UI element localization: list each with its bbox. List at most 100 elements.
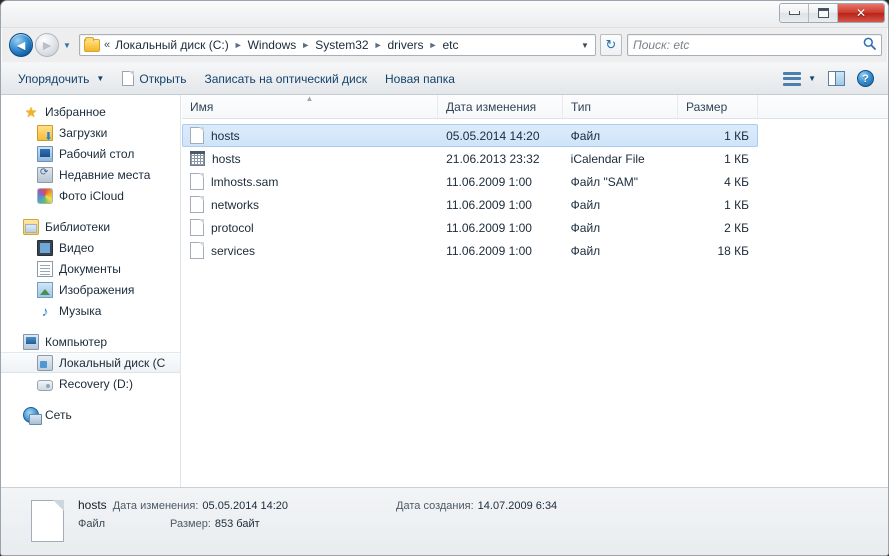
cell-size: 4 КБ xyxy=(724,174,750,189)
table-row[interactable]: hosts 05.05.2014 14:20 Файл 1 КБ xyxy=(182,124,758,147)
cell-size: 2 КБ xyxy=(724,220,750,235)
refresh-button[interactable]: ↻ xyxy=(600,34,622,56)
help-button[interactable]: ? xyxy=(853,66,878,91)
minimize-button[interactable] xyxy=(780,4,809,22)
file-blank-icon xyxy=(190,219,204,236)
details-size-label: Размер: xyxy=(170,518,211,530)
chevron-down-icon: ▼ xyxy=(63,40,71,50)
column-header-label: Имя xyxy=(190,99,214,114)
burn-to-disc-button[interactable]: Записать на оптический диск xyxy=(195,68,376,90)
sidebar-item-documents[interactable]: Документы xyxy=(1,258,180,279)
cell-name: hosts xyxy=(183,151,438,166)
address-dropdown-icon[interactable]: ▼ xyxy=(577,41,593,50)
cell-date: 11.06.2009 1:00 xyxy=(446,174,532,189)
sidebar-item-label: Музыка xyxy=(59,303,102,318)
sidebar-item-icloud-photos[interactable]: Фото iCloud xyxy=(1,185,180,206)
file-name: hosts xyxy=(211,128,240,143)
column-header-size[interactable]: Размер xyxy=(678,95,758,118)
table-row[interactable]: services 11.06.2009 1:00 Файл 18 КБ xyxy=(182,239,758,262)
title-bar: ✕ xyxy=(1,1,888,28)
sidebar-item-pictures[interactable]: Изображения xyxy=(1,279,180,300)
recent-locations-button[interactable]: ▼ xyxy=(60,41,74,50)
details-row-1: hosts Дата изменения: 05.05.2014 14:20 Д… xyxy=(78,498,557,518)
nav-group-computer: Компьютер Локальный диск (C Recovery (D:… xyxy=(1,331,180,394)
pictures-icon xyxy=(37,281,53,298)
sidebar-item-libraries[interactable]: Библиотеки xyxy=(1,216,180,237)
sidebar-item-music[interactable]: ♪ Музыка xyxy=(1,300,180,321)
table-row[interactable]: lmhosts.sam 11.06.2009 1:00 Файл "SAM" 4… xyxy=(182,170,758,193)
change-view-button[interactable]: ▼ xyxy=(779,68,820,90)
sidebar-item-label: Компьютер xyxy=(45,334,108,349)
folder-icon xyxy=(84,36,100,52)
breadcrumb-overflow-icon[interactable]: « xyxy=(103,39,113,51)
sidebar-item-label: Recovery (D:) xyxy=(59,376,134,391)
details-text: hosts Дата изменения: 05.05.2014 14:20 Д… xyxy=(78,498,557,538)
open-label: Открыть xyxy=(139,71,187,86)
navigation-pane[interactable]: ★ Избранное Загрузки Рабочий стол Недавн… xyxy=(1,95,181,487)
sidebar-item-local-disk-c[interactable]: Локальный диск (C xyxy=(1,352,180,373)
desktop-icon xyxy=(37,145,53,162)
preview-pane-button[interactable] xyxy=(822,67,851,90)
breadcrumb-separator-3[interactable]: ► xyxy=(426,40,441,50)
breadcrumb-item-2[interactable]: System32 xyxy=(313,38,370,52)
explorer-body: ★ Избранное Загрузки Рабочий стол Недавн… xyxy=(1,95,888,487)
sidebar-item-label: Рабочий стол xyxy=(59,146,135,161)
breadcrumb-item-4[interactable]: etc xyxy=(440,38,460,52)
close-button[interactable]: ✕ xyxy=(838,4,884,22)
search-input[interactable]: Поиск: etc xyxy=(633,38,863,52)
sidebar-item-computer[interactable]: Компьютер xyxy=(1,331,180,352)
back-arrow-icon: ◄ xyxy=(14,37,28,53)
sidebar-item-label: Недавние места xyxy=(59,167,151,182)
cell-size: 18 КБ xyxy=(717,243,750,258)
column-header-type[interactable]: Тип xyxy=(563,95,678,118)
search-box[interactable]: Поиск: etc xyxy=(627,34,882,56)
explorer-window: ✕ ◄ ► ▼ « Локальный диск (C:) ► Windows … xyxy=(0,0,889,556)
table-row[interactable]: networks 11.06.2009 1:00 Файл 1 КБ xyxy=(182,193,758,216)
back-button[interactable]: ◄ xyxy=(9,33,33,57)
music-icon: ♪ xyxy=(41,302,49,319)
breadcrumb-separator-2[interactable]: ► xyxy=(371,40,386,50)
sidebar-item-network[interactable]: Сеть xyxy=(1,404,180,425)
sidebar-item-favorites[interactable]: ★ Избранное xyxy=(1,101,180,122)
sidebar-item-downloads[interactable]: Загрузки xyxy=(1,122,180,143)
search-icon xyxy=(863,37,876,53)
maximize-button[interactable] xyxy=(809,4,838,22)
file-blank-icon xyxy=(190,196,204,213)
sidebar-item-video[interactable]: Видео xyxy=(1,237,180,258)
breadcrumb-item-3[interactable]: drivers xyxy=(386,38,426,52)
sidebar-item-desktop[interactable]: Рабочий стол xyxy=(1,143,180,164)
cell-date: 11.06.2009 1:00 xyxy=(446,243,532,258)
address-bar[interactable]: « Локальный диск (C:) ► Windows ► System… xyxy=(79,34,596,56)
maximize-icon xyxy=(817,8,829,18)
star-icon: ★ xyxy=(24,103,38,120)
computer-icon xyxy=(23,333,39,350)
breadcrumb-item-1[interactable]: Windows xyxy=(246,38,299,52)
recent-places-icon xyxy=(37,166,53,183)
close-icon: ✕ xyxy=(855,6,867,20)
sidebar-item-label: Загрузки xyxy=(59,125,108,140)
breadcrumb-separator-0[interactable]: ► xyxy=(231,40,246,50)
column-header-name[interactable]: ▲ Имя xyxy=(182,95,438,118)
details-pane: hosts Дата изменения: 05.05.2014 14:20 Д… xyxy=(1,487,888,555)
command-bar: Упорядочить ▼ Открыть Записать на оптиче… xyxy=(1,62,888,95)
open-button[interactable]: Открыть xyxy=(113,67,195,90)
new-folder-button[interactable]: Новая папка xyxy=(376,68,464,90)
sidebar-item-recent-places[interactable]: Недавние места xyxy=(1,164,180,185)
sidebar-item-label: Изображения xyxy=(59,282,135,297)
column-header-date-modified[interactable]: Дата изменения xyxy=(438,95,563,118)
cell-name: networks xyxy=(183,196,438,213)
organize-button[interactable]: Упорядочить ▼ xyxy=(9,68,113,90)
chevron-down-icon: ▼ xyxy=(808,74,816,83)
table-row[interactable]: hosts 21.06.2013 23:32 iCalendar File 1 … xyxy=(182,147,758,170)
cell-size: 1 КБ xyxy=(724,151,750,166)
cell-date: 11.06.2009 1:00 xyxy=(446,220,532,235)
table-row[interactable]: protocol 11.06.2009 1:00 Файл 2 КБ xyxy=(182,216,758,239)
breadcrumb-separator-1[interactable]: ► xyxy=(298,40,313,50)
cell-name: hosts xyxy=(183,127,438,144)
forward-button[interactable]: ► xyxy=(35,33,59,57)
file-blank-icon xyxy=(31,500,64,542)
view-list-icon xyxy=(783,71,802,86)
sidebar-item-recovery-d[interactable]: Recovery (D:) xyxy=(1,373,180,394)
file-list-pane[interactable]: ▲ Имя Дата изменения Тип Размер hosts 05… xyxy=(182,95,888,487)
breadcrumb-item-0[interactable]: Локальный диск (C:) xyxy=(113,38,231,52)
